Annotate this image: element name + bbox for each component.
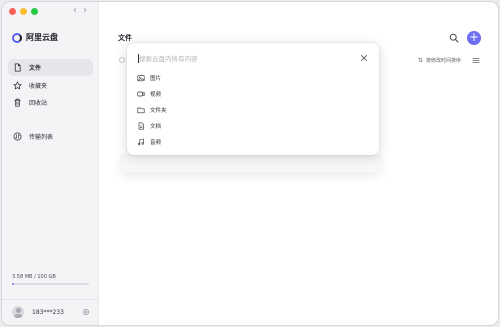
filter-documents[interactable]: 文档 xyxy=(134,119,372,132)
add-button[interactable]: + xyxy=(467,31,481,45)
folder-icon xyxy=(137,107,145,113)
avatar[interactable] xyxy=(12,306,24,318)
search-popup: 图片 视频 文件夹 文档 xyxy=(127,43,379,155)
user-name: 183***233 xyxy=(32,309,64,316)
document-icon xyxy=(138,121,144,130)
user-panel: 183***233 xyxy=(2,299,99,325)
video-icon xyxy=(137,91,145,96)
sidebar: ‹ › 阿里云盘 文件 收藏夹 回收站 传输列表 3.58 MB / 100 G… xyxy=(2,2,99,325)
filter-label: 图片 xyxy=(150,75,162,82)
file-icon xyxy=(14,63,21,72)
transfer-icon xyxy=(13,132,22,141)
filter-videos[interactable]: 视频 xyxy=(134,87,372,100)
storage-progress-fill xyxy=(12,283,14,285)
image-icon xyxy=(137,74,145,81)
sidebar-item-label: 传输列表 xyxy=(29,134,54,141)
storage-progress-bar xyxy=(12,283,89,285)
sidebar-item-label: 收藏夹 xyxy=(29,83,48,90)
trash-icon xyxy=(14,98,21,107)
filter-folders[interactable]: 文件夹 xyxy=(134,103,372,116)
app-window: ‹ › 阿里云盘 文件 收藏夹 回收站 传输列表 3.58 MB / 100 G… xyxy=(2,2,498,325)
select-all-checkbox[interactable] xyxy=(119,57,125,63)
close-window-button[interactable] xyxy=(9,8,16,15)
filter-label: 音频 xyxy=(150,139,162,146)
search-row xyxy=(127,49,379,67)
sort-control[interactable]: ⇅ 按修改时间排序 xyxy=(418,57,461,64)
popup-shadow-panel xyxy=(120,154,381,172)
music-icon xyxy=(137,138,144,145)
filter-images[interactable]: 图片 xyxy=(134,71,372,84)
history-navigation: ‹ › xyxy=(73,5,87,17)
back-arrow-icon[interactable]: ‹ xyxy=(73,5,77,17)
sidebar-item-trash[interactable]: 回收站 xyxy=(8,94,93,111)
brand-name: 阿里云盘 xyxy=(26,33,58,42)
filter-label: 文件夹 xyxy=(150,107,167,114)
forward-arrow-icon[interactable]: › xyxy=(83,5,87,17)
brand: 阿里云盘 xyxy=(12,32,58,43)
maximize-window-button[interactable] xyxy=(31,8,38,15)
search-input[interactable] xyxy=(139,52,344,66)
filter-audio[interactable]: 音频 xyxy=(134,135,372,148)
sidebar-item-files[interactable]: 文件 xyxy=(8,59,93,76)
filter-label: 视频 xyxy=(150,91,162,98)
sidebar-item-label: 回收站 xyxy=(29,100,48,107)
sidebar-item-label: 文件 xyxy=(29,65,42,72)
aliyun-drive-logo-icon xyxy=(12,32,22,43)
close-icon[interactable] xyxy=(359,53,369,63)
sidebar-item-transfers[interactable]: 传输列表 xyxy=(8,128,93,145)
window-controls xyxy=(9,8,38,15)
sort-icon: ⇅ xyxy=(418,57,424,64)
minimize-window-button[interactable] xyxy=(20,8,27,15)
storage-usage-text: 3.58 MB / 100 GB xyxy=(12,274,56,280)
search-icon[interactable] xyxy=(449,33,459,43)
sidebar-item-favorites[interactable]: 收藏夹 xyxy=(8,77,93,94)
gear-icon[interactable] xyxy=(82,308,90,316)
sort-label: 按修改时间排序 xyxy=(426,58,462,64)
star-icon xyxy=(13,81,22,90)
page-title: 文件 xyxy=(118,34,132,42)
filter-label: 文档 xyxy=(150,123,162,130)
list-view-icon[interactable] xyxy=(472,57,480,64)
